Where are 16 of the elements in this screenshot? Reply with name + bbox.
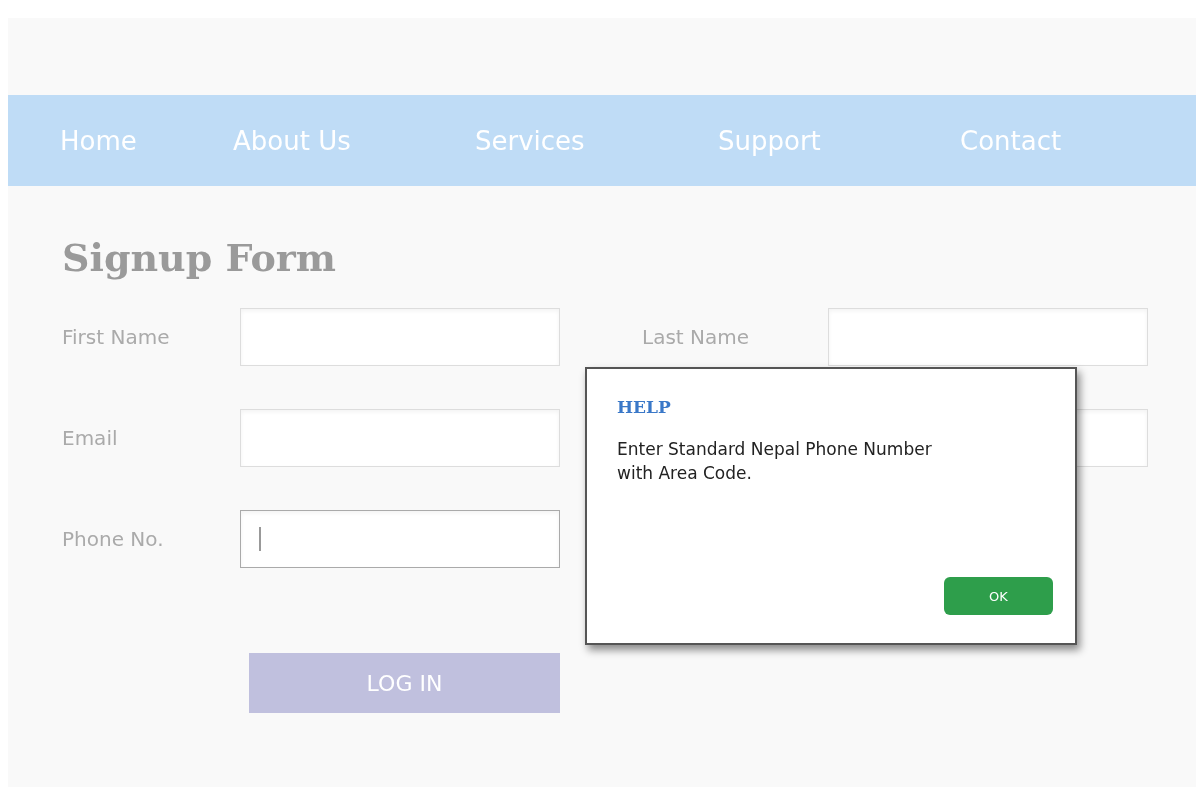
nav-link[interactable]: Contact: [960, 125, 1062, 156]
nav-link[interactable]: Support: [718, 125, 821, 156]
text-cursor: [259, 527, 261, 551]
field-label: First Name: [62, 325, 171, 349]
field-label: Email: [62, 426, 119, 450]
login-button[interactable]: LOG IN: [249, 653, 560, 713]
nav-link[interactable]: About Us: [233, 125, 351, 156]
nav-link[interactable]: Home: [60, 125, 137, 156]
field-label: Last Name: [642, 325, 751, 349]
form-title: Signup Form: [62, 234, 337, 282]
dialog-title: HELP: [617, 397, 671, 417]
input-field[interactable]: [240, 510, 560, 568]
dialog-message: Enter Standard Nepal Phone Number with Area Code.: [617, 438, 933, 485]
nav-link[interactable]: Services: [475, 125, 585, 156]
field-label: Phone No.: [62, 527, 165, 551]
ok-button[interactable]: OK: [944, 577, 1053, 615]
